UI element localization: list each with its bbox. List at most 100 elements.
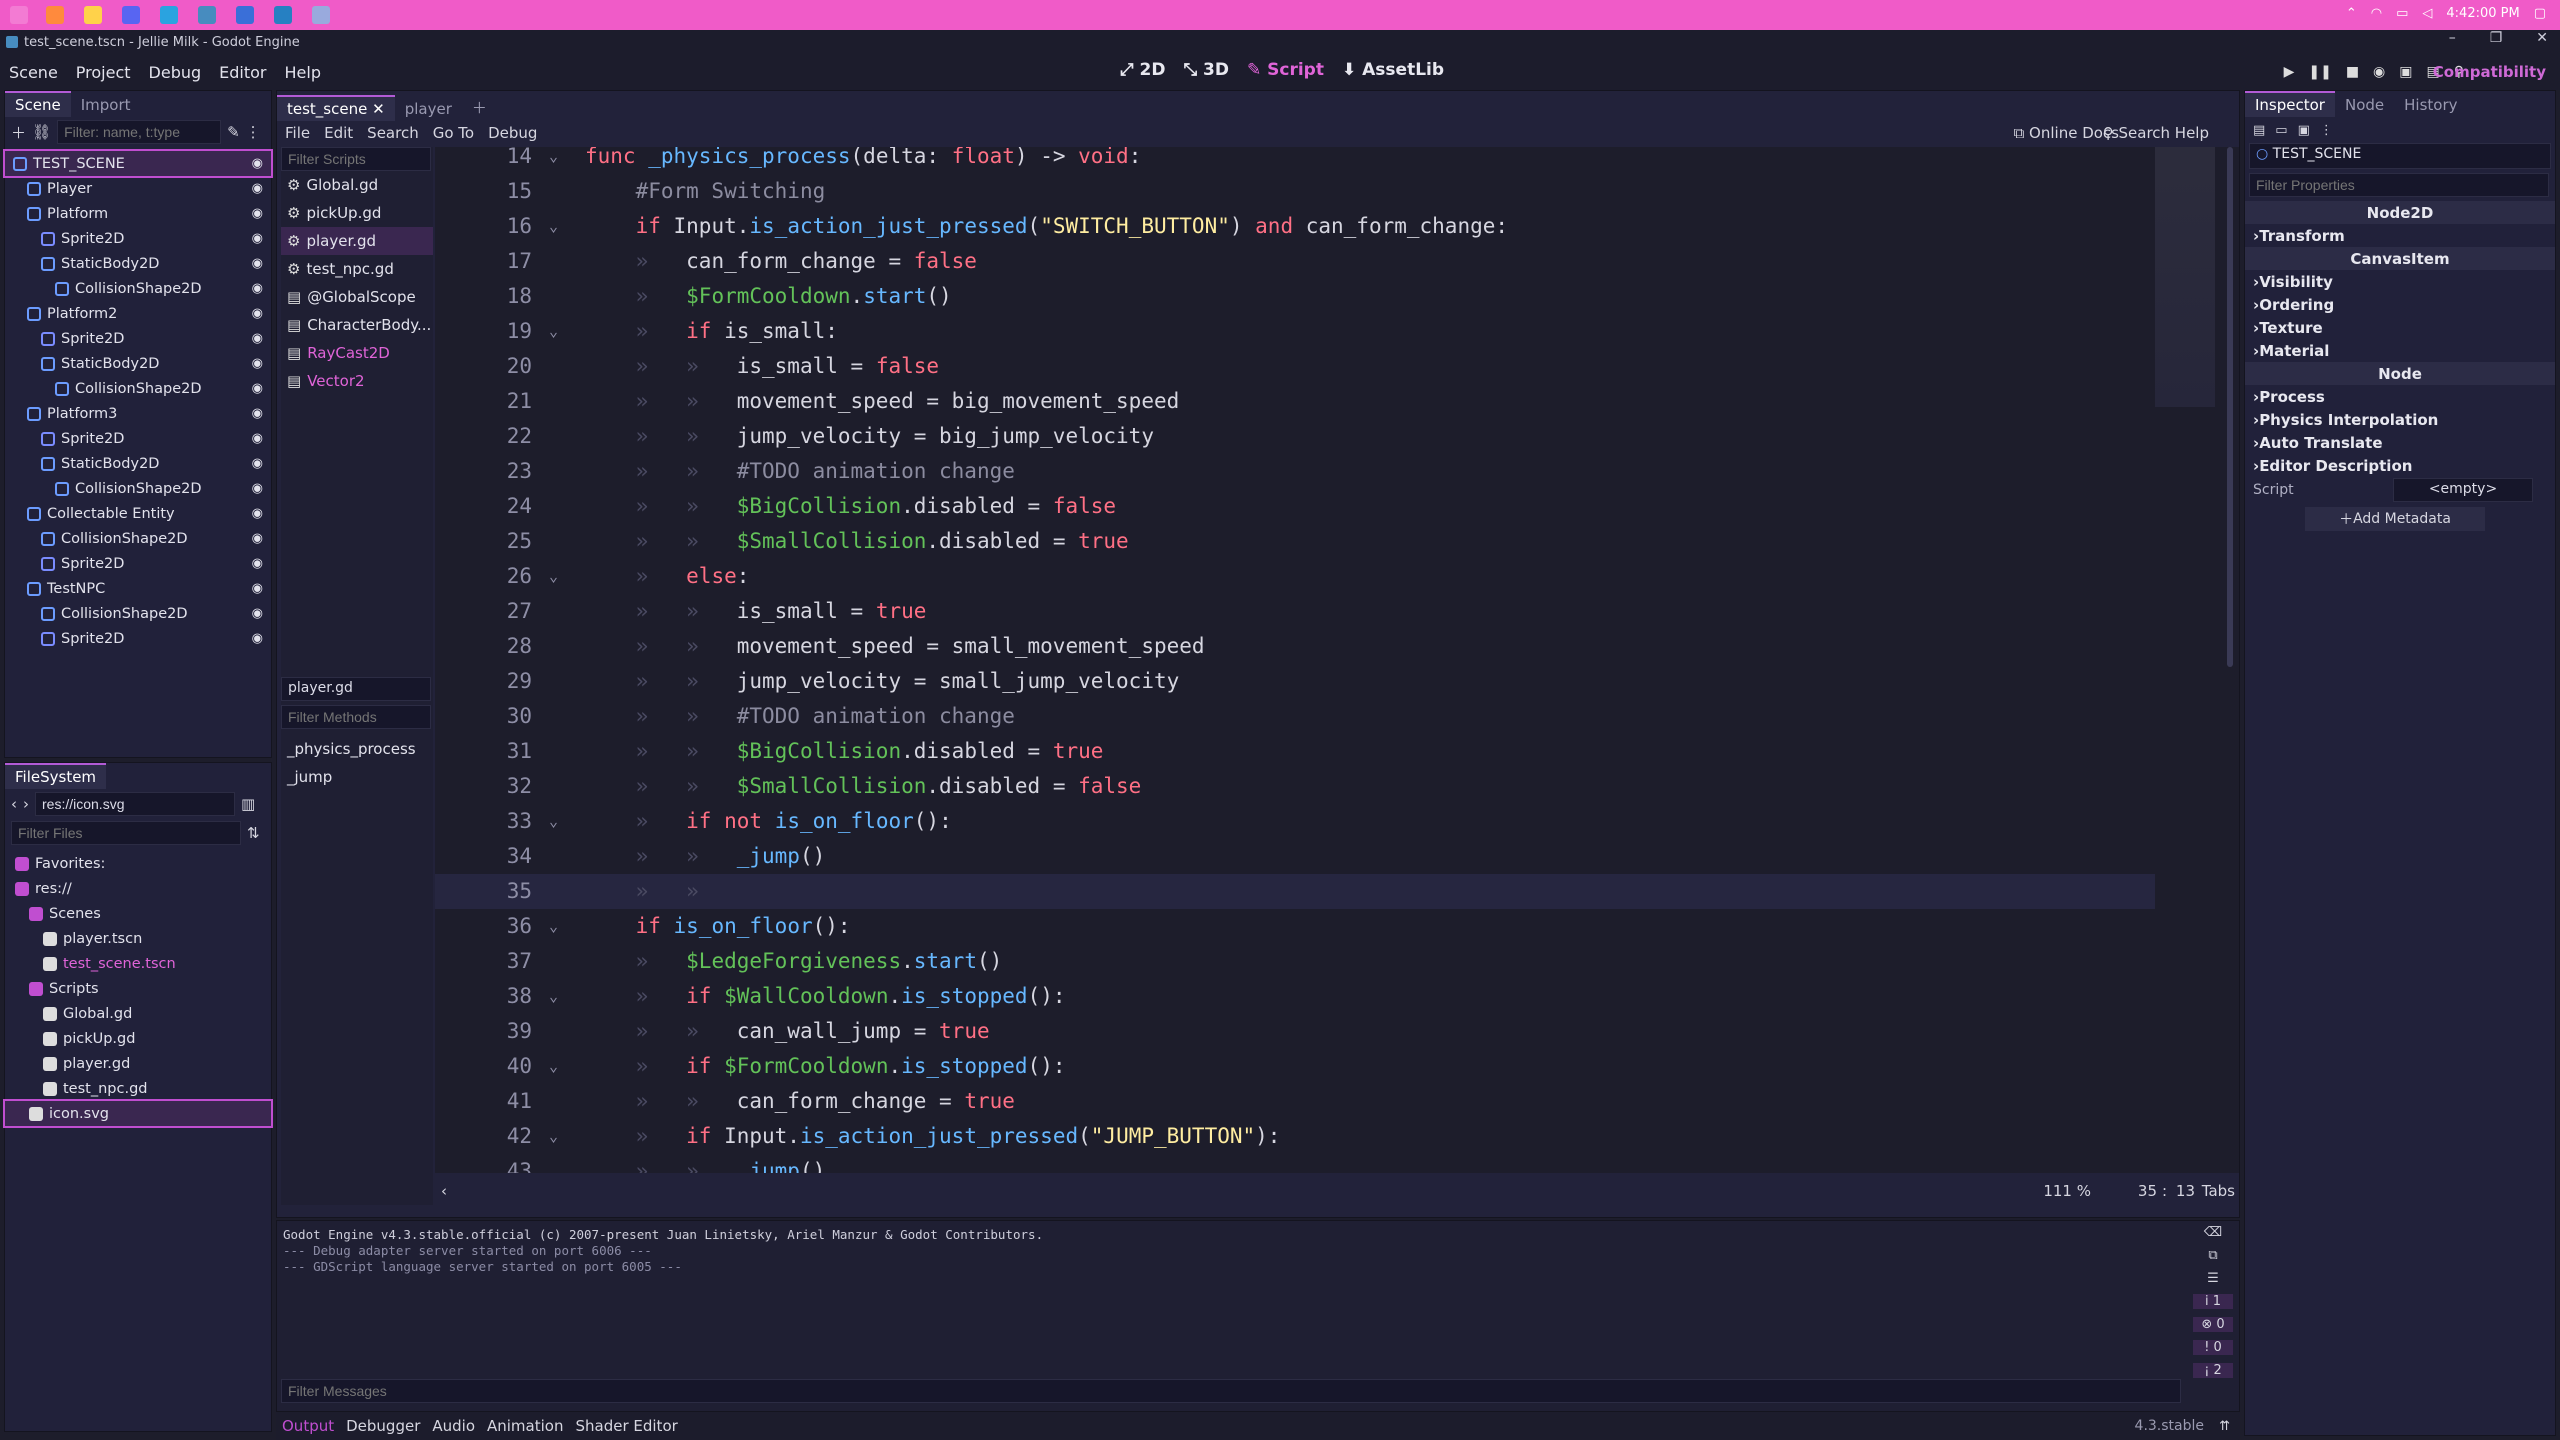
scene-tree-item[interactable]: StaticBody2D ◉ <box>5 251 271 276</box>
menu-help[interactable]: Help <box>276 63 330 82</box>
line-number[interactable]: 42 <box>435 1119 532 1154</box>
bottom-tab-debugger[interactable]: Debugger <box>340 1417 426 1435</box>
tab-inspector[interactable]: Inspector <box>2245 91 2335 117</box>
line-number[interactable]: 31 <box>435 734 532 769</box>
fs-item[interactable]: player.gd <box>5 1051 271 1076</box>
scene-tree-item[interactable]: Platform3 ◉ <box>5 401 271 426</box>
visibility-icon[interactable]: ◉ <box>252 331 263 346</box>
more-icon[interactable]: ⋮ <box>2320 123 2333 138</box>
fs-item[interactable]: pickUp.gd <box>5 1026 271 1051</box>
stop-icon[interactable]: ■ <box>2346 64 2359 80</box>
inspector-group[interactable]: › Visibility <box>2245 270 2555 293</box>
mode-3d[interactable]: ⤡ 3D <box>1183 60 1228 80</box>
discord-icon[interactable] <box>122 6 140 24</box>
link-icon[interactable]: ⛓ <box>32 123 51 141</box>
search-help-button[interactable]: ⚲ Search Help <box>2103 124 2209 142</box>
inspector-group[interactable]: › Auto Translate <box>2245 431 2555 454</box>
menu-debug[interactable]: Debug <box>140 63 211 82</box>
fold-chevron-icon[interactable]: ⌄ <box>549 1119 558 1154</box>
visibility-icon[interactable]: ◉ <box>252 631 263 646</box>
app-icon[interactable] <box>236 6 254 24</box>
fold-chevron-icon[interactable]: ⌄ <box>549 209 558 244</box>
inspector-group[interactable]: › Material <box>2245 339 2555 362</box>
line-number[interactable]: 16 <box>435 209 532 244</box>
tab-player[interactable]: player <box>395 97 462 121</box>
visibility-icon[interactable]: ◉ <box>252 156 263 171</box>
pause-icon[interactable]: ❚❚ <box>2308 64 2331 80</box>
tab-scene[interactable]: Scene <box>5 91 71 117</box>
inspector-group[interactable]: › Transform <box>2245 224 2555 247</box>
line-number[interactable]: 39 <box>435 1014 532 1049</box>
tab-import[interactable]: Import <box>71 93 141 117</box>
volume-icon[interactable]: ◁ <box>2422 6 2432 21</box>
script-value[interactable]: <empty> <box>2393 478 2533 502</box>
script-list-item[interactable]: ▤ @GlobalScope <box>281 283 433 311</box>
scene-tree-item[interactable]: TestNPC ◉ <box>5 576 271 601</box>
scene-tree-item[interactable]: Sprite2D ◉ <box>5 326 271 351</box>
warning-count[interactable]: ! 0 <box>2193 1340 2233 1355</box>
fs-item[interactable]: Scripts <box>5 976 271 1001</box>
line-number[interactable]: 36 <box>435 909 532 944</box>
filter-methods-input[interactable] <box>281 705 431 729</box>
line-number[interactable]: 15 <box>435 174 532 209</box>
line-number[interactable]: 29 <box>435 664 532 699</box>
close-icon[interactable]: ✕ <box>2536 30 2548 46</box>
line-number[interactable]: 21 <box>435 384 532 419</box>
visibility-icon[interactable]: ◉ <box>252 581 263 596</box>
scene-tree-item[interactable]: CollisionShape2D ◉ <box>5 526 271 551</box>
mode-assetlib[interactable]: ⬇ AssetLib <box>1342 60 1444 80</box>
code-scrollbar[interactable] <box>2227 147 2233 667</box>
line-number[interactable]: 17 <box>435 244 532 279</box>
play-icon[interactable]: ▶ <box>2284 64 2295 80</box>
forward-icon[interactable]: › <box>23 795 29 813</box>
fs-filter-input[interactable] <box>11 821 241 845</box>
menu-dots-icon[interactable]: ⋮ <box>246 123 261 141</box>
visibility-icon[interactable]: ◉ <box>252 556 263 571</box>
scene-tree-item[interactable]: Sprite2D ◉ <box>5 426 271 451</box>
line-number[interactable]: 18 <box>435 279 532 314</box>
maximize-icon[interactable]: ❐ <box>2490 30 2503 46</box>
fold-chevron-icon[interactable]: ⌄ <box>549 979 558 1014</box>
scene-tree-item[interactable]: Platform2 ◉ <box>5 301 271 326</box>
tab-node[interactable]: Node <box>2335 93 2394 117</box>
scene-tree-item[interactable]: Sprite2D ◉ <box>5 551 271 576</box>
fs-item[interactable]: Scenes <box>5 901 271 926</box>
fs-item[interactable]: Favorites: <box>5 851 271 876</box>
scene-tree-item[interactable]: CollisionShape2D ◉ <box>5 476 271 501</box>
menu-scene[interactable]: Scene <box>0 63 67 82</box>
tab-filesystem[interactable]: FileSystem <box>5 763 107 789</box>
scene-tree-item[interactable]: Sprite2D ◉ <box>5 226 271 251</box>
scene-tree-item[interactable]: Platform ◉ <box>5 201 271 226</box>
visibility-icon[interactable]: ◉ <box>252 606 263 621</box>
script-list-item[interactable]: ▤ Vector2 <box>281 367 433 395</box>
code-minimap[interactable] <box>2155 147 2215 407</box>
line-number[interactable]: 33 <box>435 804 532 839</box>
script-list-item[interactable]: ⚙ test_npc.gd <box>281 255 433 283</box>
inspector-group[interactable]: › Process <box>2245 385 2555 408</box>
scene-tree-item[interactable]: CollisionShape2D ◉ <box>5 376 271 401</box>
line-number[interactable]: 20 <box>435 349 532 384</box>
filter-properties-input[interactable] <box>2249 173 2549 197</box>
script-list-item[interactable]: ▤ CharacterBody... <box>281 311 433 339</box>
fold-chevron-icon[interactable]: ⌄ <box>549 1049 558 1084</box>
sort-icon[interactable]: ⇅ <box>247 824 260 842</box>
indent-mode[interactable]: Tabs <box>2202 1182 2235 1200</box>
script-menu-goto[interactable]: Go To <box>433 124 474 142</box>
filter-scripts-input[interactable] <box>281 147 431 171</box>
copy-output-icon[interactable]: ⧉ <box>2208 1248 2217 1263</box>
script-list-item[interactable]: ⚙ pickUp.gd <box>281 199 433 227</box>
script-menu-search[interactable]: Search <box>367 124 419 142</box>
battery-icon[interactable]: ▭ <box>2396 6 2408 21</box>
folder-icon[interactable] <box>84 6 102 24</box>
wifi-icon[interactable]: ◠ <box>2371 6 2382 21</box>
back-icon[interactable]: ‹ <box>11 795 17 813</box>
minimize-icon[interactable]: – <box>2449 30 2456 46</box>
firefox-icon[interactable] <box>46 6 64 24</box>
scene-tree-item[interactable]: StaticBody2D ◉ <box>5 351 271 376</box>
godot-icon[interactable] <box>198 6 216 24</box>
menu-editor[interactable]: Editor <box>210 63 275 82</box>
scene-tree-item[interactable]: Player ◉ <box>5 176 271 201</box>
bottom-tab-output[interactable]: Output <box>276 1417 340 1435</box>
line-number[interactable]: 32 <box>435 769 532 804</box>
inspected-object[interactable]: ○ TEST_SCENE <box>2249 143 2551 169</box>
